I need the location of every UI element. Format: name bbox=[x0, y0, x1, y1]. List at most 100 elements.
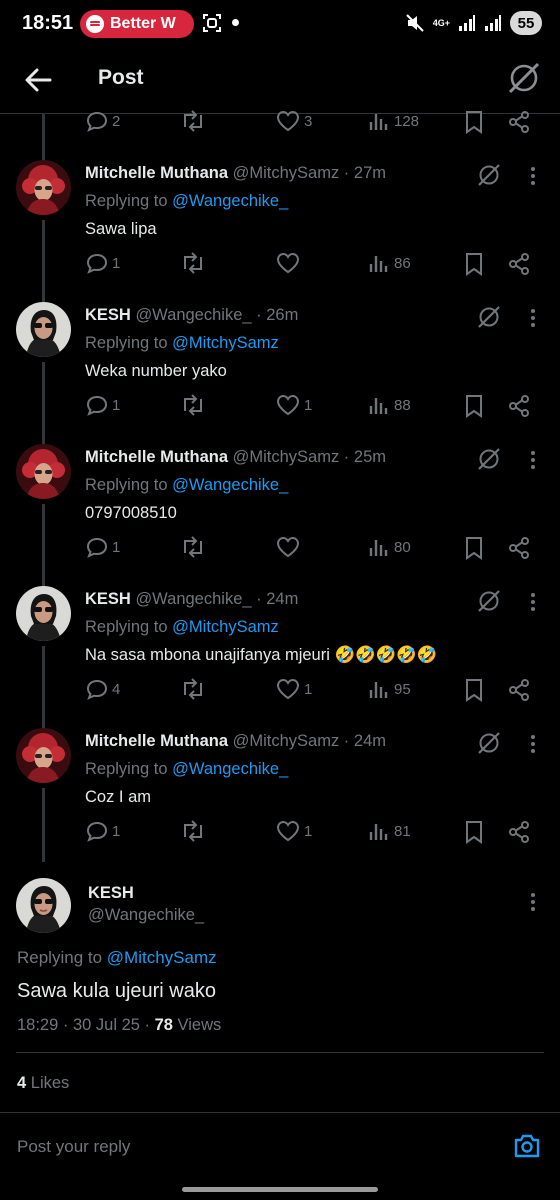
grok-icon[interactable] bbox=[506, 60, 542, 96]
reply-mention-link[interactable]: @Wangechike_ bbox=[172, 760, 288, 778]
post-time-separator: · bbox=[339, 732, 354, 750]
views-chart-icon bbox=[369, 256, 388, 272]
signal-icon bbox=[459, 15, 475, 31]
mute-icon bbox=[406, 14, 424, 32]
spotify-icon bbox=[86, 15, 104, 33]
repost-button[interactable] bbox=[180, 678, 206, 700]
views-count: 81 bbox=[394, 822, 411, 840]
reply-button[interactable]: 1 bbox=[86, 252, 120, 274]
more-options-icon[interactable] bbox=[530, 166, 536, 186]
tweet-header: Mitchelle Muthana @MitchySamz · 27m bbox=[85, 164, 386, 183]
author-name[interactable]: Mitchelle Muthana bbox=[85, 448, 228, 466]
like-button[interactable]: 1 bbox=[276, 820, 312, 842]
author-name[interactable]: KESH bbox=[85, 590, 131, 608]
avatar-kesh[interactable] bbox=[16, 302, 71, 357]
repost-button[interactable] bbox=[180, 820, 206, 842]
camera-icon[interactable] bbox=[512, 1131, 542, 1161]
views-button[interactable]: 88 bbox=[368, 394, 411, 416]
like-count: 1 bbox=[304, 822, 313, 840]
like-button[interactable] bbox=[276, 252, 304, 274]
views-chart-icon bbox=[369, 398, 388, 414]
author-name[interactable]: KESH bbox=[85, 306, 131, 324]
author-handle: @MitchySamz bbox=[232, 732, 340, 750]
post-time: 24m bbox=[353, 732, 386, 750]
action-row: 1 86 bbox=[0, 252, 560, 282]
avatar-mitchelle[interactable] bbox=[16, 160, 71, 215]
reply-mention-link[interactable]: @MitchySamz bbox=[172, 334, 279, 352]
grok-icon[interactable] bbox=[476, 304, 502, 330]
replying-to-line: Replying to @MitchySamz bbox=[85, 618, 279, 637]
post-metadata: 18:29 · 30 Jul 25 · 78 Views bbox=[17, 1016, 221, 1035]
more-options-icon[interactable] bbox=[530, 308, 536, 328]
back-arrow-icon[interactable] bbox=[22, 64, 54, 96]
bookmark-icon[interactable] bbox=[464, 678, 484, 702]
views-button[interactable]: 86 bbox=[368, 252, 411, 274]
media-playing-pill[interactable]: Better W bbox=[80, 10, 194, 38]
more-options-icon[interactable] bbox=[530, 592, 536, 612]
repost-button[interactable] bbox=[180, 394, 206, 416]
grok-icon[interactable] bbox=[476, 588, 502, 614]
avatar-mitchelle[interactable] bbox=[16, 444, 71, 499]
like-button[interactable]: 3 bbox=[276, 110, 312, 132]
share-icon[interactable] bbox=[508, 536, 530, 560]
replying-to-line: Replying to @Wangechike_ bbox=[85, 476, 288, 495]
share-icon[interactable] bbox=[508, 252, 530, 276]
share-icon[interactable] bbox=[508, 394, 530, 418]
home-indicator[interactable] bbox=[182, 1187, 378, 1192]
repost-button[interactable] bbox=[180, 536, 206, 558]
reply-mention-link[interactable]: @MitchySamz bbox=[107, 948, 217, 967]
views-total[interactable]: 78 bbox=[155, 1016, 173, 1034]
reply-button[interactable]: 2 bbox=[86, 110, 120, 132]
share-icon[interactable] bbox=[508, 110, 530, 134]
views-button[interactable]: 81 bbox=[368, 820, 411, 842]
reply-mention-link[interactable]: @Wangechike_ bbox=[172, 192, 288, 210]
like-button[interactable] bbox=[276, 536, 304, 558]
author-name[interactable]: Mitchelle Muthana bbox=[85, 164, 228, 182]
more-options-icon[interactable] bbox=[530, 892, 536, 912]
bookmark-icon[interactable] bbox=[464, 252, 484, 276]
bookmark-icon[interactable] bbox=[464, 110, 484, 134]
reply-button[interactable]: 1 bbox=[86, 536, 120, 558]
share-icon[interactable] bbox=[508, 678, 530, 702]
reply-button[interactable]: 4 bbox=[86, 678, 120, 700]
bookmark-icon[interactable] bbox=[464, 536, 484, 560]
like-button[interactable]: 1 bbox=[276, 394, 312, 416]
page-title: Post bbox=[98, 66, 144, 89]
post-time-separator: · bbox=[339, 448, 354, 466]
replying-label: Replying to bbox=[85, 760, 168, 778]
reply-count: 1 bbox=[112, 254, 121, 272]
views-label: Views bbox=[172, 1016, 222, 1034]
views-button[interactable]: 128 bbox=[368, 110, 419, 132]
repost-button[interactable] bbox=[180, 110, 206, 132]
main-author-name[interactable]: KESH bbox=[88, 884, 134, 903]
media-app-label: Better W bbox=[110, 15, 176, 32]
grok-icon[interactable] bbox=[476, 446, 502, 472]
more-options-icon[interactable] bbox=[530, 734, 536, 754]
post-time: 24m bbox=[266, 590, 299, 608]
reply-button[interactable]: 1 bbox=[86, 820, 120, 842]
repost-icon bbox=[184, 110, 202, 132]
avatar-kesh[interactable] bbox=[16, 586, 71, 641]
author-name[interactable]: Mitchelle Muthana bbox=[85, 732, 228, 750]
more-options-icon[interactable] bbox=[530, 450, 536, 470]
likes-summary[interactable]: 4 Likes bbox=[17, 1074, 69, 1093]
reply-mention-link[interactable]: @MitchySamz bbox=[172, 618, 279, 636]
reply-mention-link[interactable]: @Wangechike_ bbox=[172, 476, 288, 494]
grok-icon[interactable] bbox=[476, 730, 502, 756]
like-button[interactable]: 1 bbox=[276, 678, 312, 700]
bookmark-icon[interactable] bbox=[464, 820, 484, 844]
reply-icon bbox=[86, 537, 108, 558]
grok-icon[interactable] bbox=[476, 162, 502, 188]
avatar-mitchelle[interactable] bbox=[16, 728, 71, 783]
reply-input[interactable]: Post your reply bbox=[17, 1137, 130, 1157]
share-icon[interactable] bbox=[508, 820, 530, 844]
bookmark-icon[interactable] bbox=[464, 394, 484, 418]
like-count: 1 bbox=[304, 680, 313, 698]
views-button[interactable]: 80 bbox=[368, 536, 411, 558]
avatar-kesh[interactable] bbox=[16, 878, 71, 933]
repost-button[interactable] bbox=[180, 252, 206, 274]
reply-icon bbox=[86, 395, 108, 416]
views-button[interactable]: 95 bbox=[368, 678, 411, 700]
reply-button[interactable]: 1 bbox=[86, 394, 120, 416]
reply-count: 2 bbox=[112, 112, 121, 130]
